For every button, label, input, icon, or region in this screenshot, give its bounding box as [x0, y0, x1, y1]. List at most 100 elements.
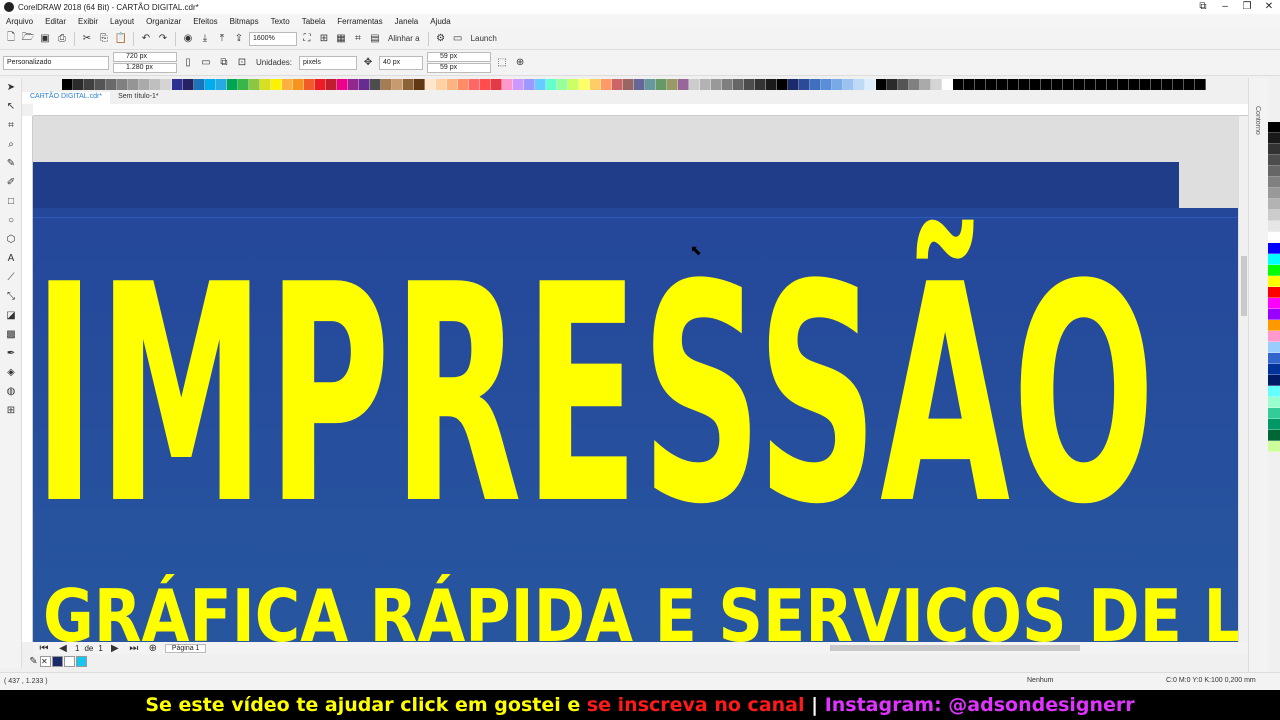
menu-janela[interactable]: Janela [389, 17, 425, 26]
grid-icon[interactable]: ▦ [334, 32, 348, 46]
connector-tool-icon[interactable]: ⤡ [0, 287, 22, 306]
save-icon[interactable]: ▣ [38, 32, 52, 46]
vertical-ruler[interactable] [22, 116, 33, 642]
close-button[interactable]: ✕ [1258, 0, 1280, 14]
pick-tool-icon[interactable]: ➤ [0, 78, 22, 97]
mesh-fill-icon[interactable]: ⊞ [0, 401, 22, 420]
minimize-button[interactable]: – [1214, 0, 1236, 14]
zoom-full-icon[interactable]: ⛶ [300, 32, 314, 46]
launch-label[interactable]: Launch [471, 34, 497, 43]
redo-icon[interactable]: ↷ [156, 32, 170, 46]
menu-arquivo[interactable]: Arquivo [0, 17, 39, 26]
nudge-distance-field[interactable]: 40 px [379, 55, 424, 70]
vertical-scrollbar[interactable] [1238, 116, 1248, 642]
gear-icon[interactable]: ⚙ [434, 32, 448, 46]
menu-bitmaps[interactable]: Bitmaps [224, 17, 265, 26]
polygon-tool-icon[interactable]: ⬡ [0, 230, 22, 249]
duplicate-x-field[interactable]: 59 px [427, 52, 492, 62]
parallel-dimension-icon[interactable]: ⟋ [0, 268, 22, 287]
menu-ajuda[interactable]: Ajuda [424, 17, 456, 26]
swatch-white[interactable] [64, 655, 75, 667]
zoom-level-select[interactable]: 1600% [249, 31, 297, 46]
color-palette[interactable] [62, 79, 1206, 90]
snap-icon[interactable]: ⌗ [351, 32, 365, 46]
swatch-cyan[interactable] [76, 655, 87, 667]
horizontal-ruler[interactable] [33, 104, 1248, 116]
guideline[interactable] [33, 217, 1238, 218]
import-icon[interactable]: ⤓ [198, 32, 212, 46]
cut-icon[interactable]: ✂ [80, 32, 94, 46]
align-to-label[interactable]: Alinhar a [388, 34, 420, 43]
last-page-icon[interactable]: ⏭ [127, 641, 141, 655]
undo-icon[interactable]: ↶ [139, 32, 153, 46]
portrait-icon[interactable]: ▯ [181, 56, 195, 70]
transparency-icon[interactable]: ▩ [0, 325, 22, 344]
units-select[interactable]: pixels [299, 55, 358, 70]
menu-exibir[interactable]: Exibir [72, 17, 104, 26]
tab-cartao-digital[interactable]: CARTÃO DIGITAL.cdr* [22, 92, 111, 104]
artwork-subline[interactable]: GRÁFICA RÁPIDA E SERVIÇOS DE LAN HOUSE [43, 576, 1238, 642]
open-icon[interactable]: 🗁 [21, 32, 35, 46]
publish-pdf-icon[interactable]: ⇪ [232, 32, 246, 46]
page-dimensions: 720 px 1.280 px [113, 52, 177, 73]
outline-status[interactable]: C:0 M:0 Y:0 K:100 0,200 mm [1166, 677, 1256, 684]
menu-ferramentas[interactable]: Ferramentas [331, 17, 388, 26]
scrollbar-thumb[interactable] [1241, 256, 1247, 316]
smart-fill-icon[interactable]: ◍ [0, 382, 22, 401]
fill-status[interactable]: Nenhum [1027, 677, 1053, 684]
treat-as-filled-icon[interactable]: ⬚ [495, 56, 509, 70]
menu-organizar[interactable]: Organizar [140, 17, 187, 26]
first-page-icon[interactable]: ⏮ [37, 641, 51, 655]
new-icon[interactable]: 🗋 [4, 32, 18, 46]
artistic-media-icon[interactable]: ✐ [0, 173, 22, 192]
freehand-tool-icon[interactable]: ✎ [0, 154, 22, 173]
maximize-button[interactable]: ❐ [1236, 0, 1258, 14]
drop-shadow-icon[interactable]: ◪ [0, 306, 22, 325]
print-icon[interactable]: ⎙ [55, 32, 69, 46]
align-icon[interactable]: ▤ [368, 32, 382, 46]
eyedropper-icon[interactable]: ✒ [0, 344, 22, 363]
page-tab[interactable]: Página 1 [164, 643, 207, 653]
page-preset-select[interactable]: Personalizado [3, 55, 109, 70]
vertical-color-palette[interactable] [1268, 122, 1280, 452]
eyedropper-icon[interactable]: ✎ [28, 656, 39, 667]
paste-icon[interactable]: 📋 [114, 32, 128, 46]
copy-icon[interactable]: ⎘ [97, 32, 111, 46]
zoom-tool-icon[interactable]: ⌕ [0, 135, 22, 154]
divider [175, 31, 176, 46]
interactive-fill-icon[interactable]: ◈ [0, 363, 22, 382]
menu-efeitos[interactable]: Efeitos [187, 17, 223, 26]
menu-editar[interactable]: Editar [39, 17, 72, 26]
menu-texto[interactable]: Texto [265, 17, 296, 26]
rulers-icon[interactable]: ⊞ [317, 32, 331, 46]
all-pages-icon[interactable]: ⧉ [217, 56, 231, 70]
page-height-field[interactable]: 1.280 px [113, 63, 177, 73]
page-width-field[interactable]: 720 px [113, 52, 177, 62]
export-icon[interactable]: ⤒ [215, 32, 229, 46]
duplicate-y-field[interactable]: 59 px [427, 63, 492, 73]
drawing-canvas[interactable]: IMPRESSÃO GRÁFICA RÁPIDA E SERVIÇOS DE L… [33, 116, 1238, 642]
crop-tool-icon[interactable]: ⌗ [0, 116, 22, 135]
prev-page-icon[interactable]: ◀ [56, 641, 70, 655]
menu-tabela[interactable]: Tabela [296, 17, 332, 26]
search-content-icon[interactable]: ◉ [181, 32, 195, 46]
next-page-icon[interactable]: ▶ [108, 641, 122, 655]
horizontal-scrollbar-thumb[interactable] [830, 645, 1080, 651]
swatch-none[interactable]: ✕ [40, 655, 51, 667]
menu-layout[interactable]: Layout [104, 17, 140, 26]
add-icon[interactable]: ⊕ [513, 56, 527, 70]
artwork-headline[interactable]: IMPRESSÃO [33, 236, 1155, 556]
add-page-icon[interactable]: ⊕ [146, 641, 160, 655]
text-tool-icon[interactable]: A [0, 249, 22, 268]
rectangle-tool-icon[interactable]: □ [0, 192, 22, 211]
swatch-navy[interactable] [52, 655, 63, 667]
shape-tool-icon[interactable]: ↖ [0, 97, 22, 116]
docker-tab-contorno[interactable]: Contorno [1254, 106, 1261, 135]
launch-icon[interactable]: ▭ [451, 32, 465, 46]
help-icon[interactable]: ⧉ [1192, 0, 1214, 14]
ellipse-tool-icon[interactable]: ○ [0, 211, 22, 230]
current-page-icon[interactable]: ⊡ [235, 56, 249, 70]
landscape-icon[interactable]: ▭ [199, 56, 213, 70]
total-pages: 1 [98, 643, 103, 653]
tab-sem-titulo[interactable]: Sem título-1* [110, 92, 166, 104]
